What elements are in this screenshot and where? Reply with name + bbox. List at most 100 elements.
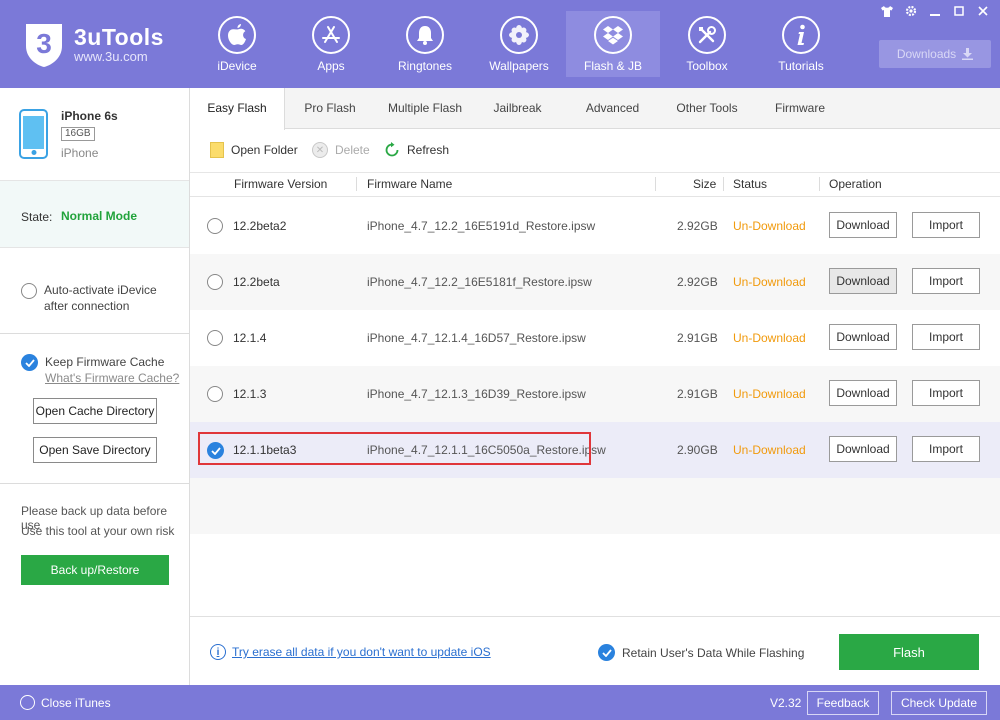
delete-icon: ✕ — [312, 142, 328, 158]
check-update-button[interactable]: Check Update — [891, 691, 987, 715]
table-row[interactable]: 12.2beta2 iPhone_4.7_12.2_16E5191d_Resto… — [190, 198, 1000, 254]
firmware-version: 12.1.1beta3 — [233, 443, 297, 457]
table-row[interactable]: 12.1.3 iPhone_4.7_12.1.3_16D39_Restore.i… — [190, 366, 1000, 422]
nav-tutorials[interactable]: Tutorials — [754, 11, 848, 77]
download-button[interactable]: Download — [829, 212, 897, 238]
tab-firmware[interactable]: Firmware — [760, 88, 840, 129]
gear-icon[interactable] — [902, 3, 920, 19]
tab-other-tools[interactable]: Other Tools — [662, 88, 752, 129]
version-label: V2.32 — [770, 696, 802, 710]
backup-restore-button[interactable]: Back up/Restore — [21, 555, 169, 585]
nav-idevice[interactable]: iDevice — [190, 11, 284, 77]
close-itunes-option[interactable]: Close iTunes — [20, 695, 111, 710]
device-capacity-badge: 16GB — [61, 127, 95, 141]
nav-label: Toolbox — [686, 59, 728, 73]
open-save-directory-button[interactable]: Open Save Directory — [33, 437, 157, 463]
table-row[interactable]: 12.1.4 iPhone_4.7_12.1.4_16D57_Restore.i… — [190, 310, 1000, 366]
header-firmware-version: Firmware Version — [234, 177, 328, 191]
app-store-icon — [312, 16, 350, 54]
auto-activate-label: Auto-activate iDevice after connection — [44, 282, 157, 314]
close-itunes-radio[interactable] — [20, 695, 35, 710]
checkmark-icon — [601, 648, 612, 657]
retain-data-checkbox[interactable] — [598, 644, 615, 661]
delete-button[interactable]: ✕ Delete — [312, 142, 370, 158]
download-arrow-icon — [962, 48, 974, 60]
3utools-logo-icon: 3 — [26, 24, 62, 67]
import-button[interactable]: Import — [912, 324, 980, 350]
minimize-icon[interactable] — [926, 3, 944, 19]
import-button[interactable]: Import — [912, 380, 980, 406]
open-cache-directory-button[interactable]: Open Cache Directory — [33, 398, 157, 424]
firmware-status: Un-Download — [733, 331, 806, 345]
download-button[interactable]: Download — [829, 380, 897, 406]
firmware-name: iPhone_4.7_12.1.4_16D57_Restore.ipsw — [367, 331, 586, 345]
row-radio[interactable] — [207, 330, 223, 346]
keep-cache-checkbox[interactable] — [21, 354, 38, 371]
auto-activate-radio[interactable] — [21, 283, 37, 299]
download-button[interactable]: Download — [829, 436, 897, 462]
bell-icon — [406, 16, 444, 54]
retain-data-option[interactable]: Retain User's Data While Flashing — [598, 644, 804, 661]
erase-data-link[interactable]: i Try erase all data if you don't want t… — [210, 644, 491, 660]
import-button[interactable]: Import — [912, 268, 980, 294]
logo-glyph: 3 — [36, 28, 52, 59]
firmware-status: Un-Download — [733, 443, 806, 457]
row-radio[interactable] — [207, 218, 223, 234]
refresh-label: Refresh — [407, 143, 450, 157]
whats-cache-link[interactable]: What's Firmware Cache? — [45, 371, 179, 385]
tab-easy-flash[interactable]: Easy Flash — [190, 88, 285, 130]
row-radio[interactable] — [207, 274, 223, 290]
firmware-status: Un-Download — [733, 275, 806, 289]
keep-cache-label: Keep Firmware Cache — [45, 355, 165, 369]
close-icon[interactable] — [974, 3, 992, 19]
firmware-cache-options: Keep Firmware Cache What's Firmware Cach… — [0, 334, 189, 484]
tab-jailbreak[interactable]: Jailbreak — [475, 88, 560, 129]
iphone-icon — [19, 109, 48, 159]
maximize-icon[interactable] — [950, 3, 968, 19]
apple-icon — [218, 16, 256, 54]
header-firmware-name: Firmware Name — [367, 177, 453, 191]
row-radio-checked[interactable] — [207, 442, 224, 459]
refresh-button[interactable]: Refresh — [384, 142, 449, 158]
tab-pro-flash[interactable]: Pro Flash — [285, 88, 375, 129]
nav-label: iDevice — [217, 59, 257, 73]
device-state: State: Normal Mode — [0, 180, 189, 248]
download-button[interactable]: Download — [829, 268, 897, 294]
auto-activate-option: Auto-activate iDevice after connection — [0, 248, 189, 334]
device-info: iPhone 6s 16GB iPhone — [0, 88, 189, 180]
flower-icon — [500, 16, 538, 54]
empty-row — [190, 478, 1000, 534]
checkmark-icon — [24, 358, 35, 367]
skin-icon[interactable] — [878, 3, 896, 19]
table-row[interactable]: 12.2beta iPhone_4.7_12.2_16E5181f_Restor… — [190, 254, 1000, 310]
device-type: iPhone — [61, 146, 99, 160]
nav-label: Apps — [317, 59, 345, 73]
info-icon — [782, 16, 820, 54]
table-row-selected[interactable]: 12.1.1beta3 iPhone_4.7_12.1.1_16C5050a_R… — [190, 422, 1000, 478]
close-itunes-label: Close iTunes — [41, 695, 111, 710]
nav-ringtones[interactable]: Ringtones — [378, 11, 472, 77]
nav-toolbox[interactable]: Toolbox — [660, 11, 754, 77]
header-status: Status — [733, 177, 768, 191]
import-button[interactable]: Import — [912, 212, 980, 238]
flash-tabs: Easy Flash Pro Flash Multiple Flash Jail… — [190, 88, 1000, 130]
import-button[interactable]: Import — [912, 436, 980, 462]
toolbar: Open Folder ✕ Delete Refresh — [190, 129, 1000, 173]
tab-advanced[interactable]: Advanced — [570, 88, 655, 129]
window-controls — [878, 3, 992, 19]
nav-flash-jb[interactable]: Flash & JB — [566, 11, 660, 77]
tab-multiple-flash[interactable]: Multiple Flash — [375, 88, 475, 129]
firmware-version: 12.1.3 — [233, 387, 267, 401]
download-button[interactable]: Download — [829, 324, 897, 350]
feedback-button[interactable]: Feedback — [807, 691, 879, 715]
downloads-label: Downloads — [896, 47, 957, 61]
firmware-size: 2.92GB — [677, 275, 718, 289]
row-radio[interactable] — [207, 386, 223, 402]
device-name: iPhone 6s — [61, 109, 118, 123]
nav-apps[interactable]: Apps — [284, 11, 378, 77]
downloads-button[interactable]: Downloads — [879, 40, 991, 68]
open-folder-button[interactable]: Open Folder — [210, 142, 298, 158]
open-folder-label: Open Folder — [231, 143, 298, 157]
nav-wallpapers[interactable]: Wallpapers — [472, 11, 566, 77]
flash-button[interactable]: Flash — [839, 634, 979, 670]
